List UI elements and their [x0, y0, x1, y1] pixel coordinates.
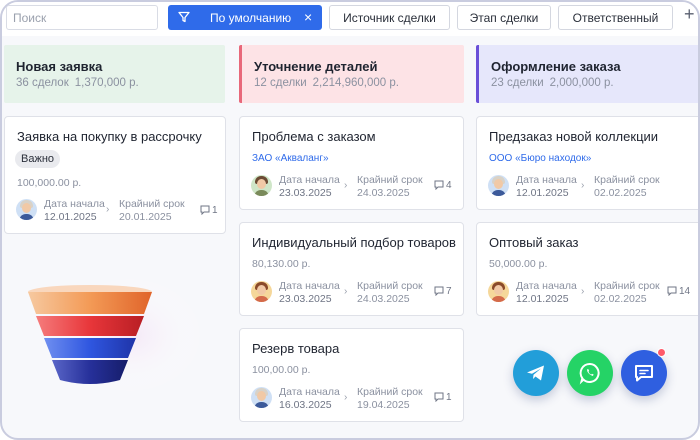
- avatar: [251, 387, 272, 408]
- start-date: Дата начала 12.01.2025: [516, 280, 577, 305]
- deal-card[interactable]: Проблема с заказом ЗАО «Акваланг» Дата н…: [239, 116, 464, 210]
- column-header-order-processing: Оформление заказа 23 сделки 2,000,000 р.: [476, 45, 698, 103]
- start-date: Дата начала 16.03.2025: [279, 386, 340, 411]
- search-input[interactable]: Поиск: [6, 5, 158, 30]
- source-filter-button[interactable]: Источник сделки: [329, 5, 450, 30]
- chevron-right-icon: ›: [581, 286, 585, 297]
- due-date: Крайний срок 19.04.2025: [357, 386, 423, 411]
- deal-amount: 50,000.00 р.: [489, 258, 548, 270]
- deal-card[interactable]: Предзаказ новой коллекции ООО «Бюро нахо…: [476, 116, 698, 210]
- column-header-new-request: Новая заявка 36 сделок 1,370,000 р.: [4, 45, 225, 103]
- default-filter-chip[interactable]: По умолчанию ×: [168, 5, 322, 30]
- start-date: Дата начала 23.03.2025: [279, 174, 340, 199]
- chevron-right-icon: ›: [344, 392, 348, 403]
- deal-card[interactable]: Оптовый заказ 50,000.00 р. Дата начала 12…: [476, 222, 698, 316]
- column-title: Новая заявка: [16, 59, 103, 74]
- comment-icon: [667, 286, 677, 297]
- filter-chip-label: По умолчанию: [210, 11, 292, 25]
- column-summary: 23 сделки 2,000,000 р.: [491, 77, 614, 89]
- priority-badge: Важно: [15, 150, 61, 168]
- comments-count[interactable]: 14: [667, 286, 690, 297]
- sales-funnel-illustration: [20, 270, 205, 405]
- due-date: Крайний срок 02.02.2025: [594, 280, 660, 305]
- deal-card[interactable]: Заявка на покупку в рассрочку Важно 100,…: [4, 116, 226, 234]
- deal-card[interactable]: Индивидуальный подбор товаров 80,130.00 …: [239, 222, 464, 316]
- whatsapp-icon: [579, 362, 600, 385]
- filter-icon: [178, 11, 190, 26]
- owner-filter-button[interactable]: Ответственный: [558, 5, 673, 30]
- deal-title: Индивидуальный подбор товаров: [252, 235, 456, 250]
- close-icon[interactable]: ×: [304, 9, 312, 25]
- company-link[interactable]: ЗАО «Акваланг»: [252, 153, 329, 164]
- deal-title: Предзаказ новой коллекции: [489, 129, 659, 144]
- chevron-right-icon: ›: [106, 204, 110, 215]
- column-title: Уточнение деталей: [254, 59, 378, 74]
- deal-amount: 100,000.00 р.: [17, 177, 82, 189]
- chat-icon: [635, 365, 653, 382]
- filter-toolbar: Поиск По умолчанию × Источник сделки Эта…: [2, 2, 698, 36]
- comments-count[interactable]: 1: [200, 205, 218, 216]
- comment-icon: [434, 286, 444, 297]
- add-filter-button[interactable]: +: [684, 4, 695, 25]
- avatar: [16, 199, 37, 220]
- crm-kanban-window: Поиск По умолчанию × Источник сделки Эта…: [0, 0, 700, 440]
- notification-dot: [657, 348, 666, 357]
- deal-amount: 100,00.00 р.: [252, 364, 311, 376]
- avatar: [251, 281, 272, 302]
- company-link[interactable]: ООО «Бюро находок»: [489, 153, 591, 164]
- whatsapp-button[interactable]: [567, 350, 613, 396]
- chevron-right-icon: ›: [344, 180, 348, 191]
- chevron-right-icon: ›: [581, 180, 585, 191]
- column-header-clarify-details: Уточнение деталей 12 сделки 2,214,960,000…: [239, 45, 464, 103]
- telegram-icon: [527, 365, 544, 381]
- telegram-button[interactable]: [513, 350, 559, 396]
- column-summary: 12 сделки 2,214,960,000 р.: [254, 77, 399, 89]
- avatar: [488, 175, 509, 196]
- deal-card[interactable]: Резерв товара 100,00.00 р. Дата начала 16…: [239, 328, 464, 422]
- avatar: [488, 281, 509, 302]
- comments-count[interactable]: 4: [434, 180, 452, 191]
- comment-icon: [200, 205, 210, 216]
- stage-filter-button[interactable]: Этап сделки: [457, 5, 551, 30]
- comment-icon: [434, 180, 444, 191]
- comments-count[interactable]: 1: [434, 392, 452, 403]
- deal-title: Оптовый заказ: [489, 235, 579, 250]
- column-title: Оформление заказа: [491, 59, 621, 74]
- start-date: Дата начала 12.01.2025: [44, 198, 105, 223]
- due-date: Крайний срок 02.02.2025: [594, 174, 660, 199]
- comment-icon: [434, 392, 444, 403]
- start-date: Дата начала 23.03.2025: [279, 280, 340, 305]
- start-date: Дата начала 12.01.2025: [516, 174, 577, 199]
- column-summary: 36 сделок 1,370,000 р.: [16, 77, 139, 89]
- due-date: Крайний срок 24.03.2025: [357, 174, 423, 199]
- chevron-right-icon: ›: [344, 286, 348, 297]
- avatar: [251, 175, 272, 196]
- due-date: Крайний срок 20.01.2025: [119, 198, 185, 223]
- deal-title: Заявка на покупку в рассрочку: [17, 129, 202, 144]
- due-date: Крайний срок 24.03.2025: [357, 280, 423, 305]
- deal-amount: 80,130.00 р.: [252, 258, 311, 270]
- deal-title: Проблема с заказом: [252, 129, 376, 144]
- comments-count[interactable]: 7: [434, 286, 452, 297]
- deal-title: Резерв товара: [252, 341, 340, 356]
